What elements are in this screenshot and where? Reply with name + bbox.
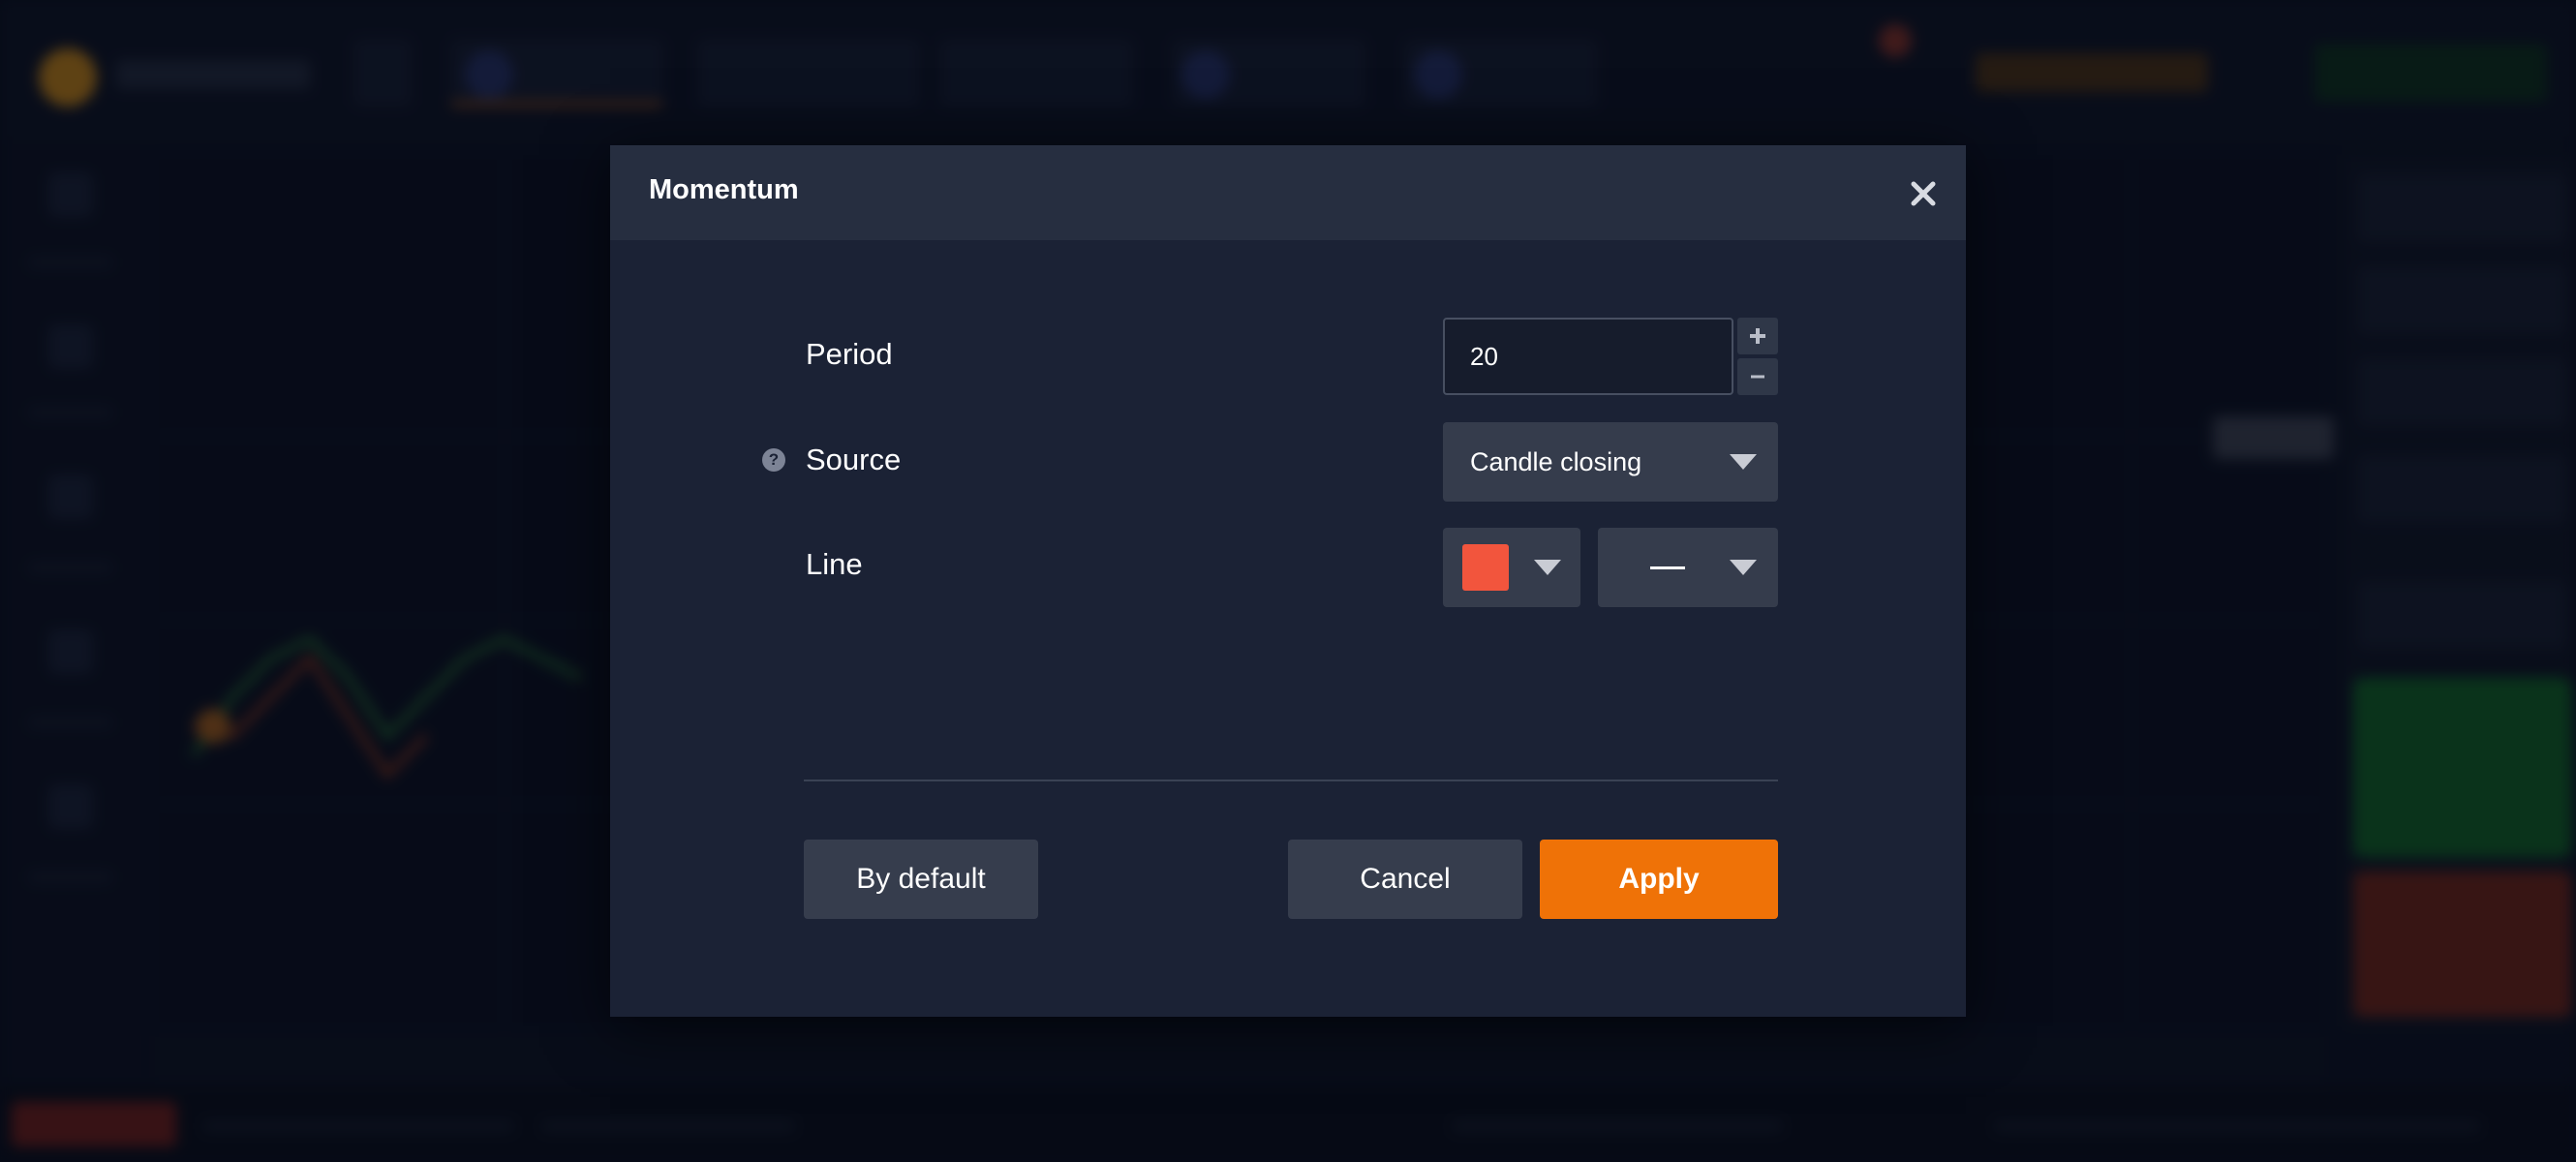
line-label: Line (806, 547, 863, 581)
dialog-title: Momentum (649, 174, 799, 205)
close-icon[interactable] (1908, 178, 1939, 209)
period-input[interactable] (1443, 318, 1733, 395)
source-label: Source (806, 443, 902, 476)
chevron-down-icon (1730, 560, 1757, 575)
dialog-header: Momentum (610, 145, 1966, 240)
app-root: Momentum Period ? Source C (0, 0, 2576, 1162)
momentum-settings-dialog: Momentum Period ? Source C (610, 145, 1966, 1017)
source-dropdown[interactable]: Candle closing (1443, 422, 1778, 502)
divider (804, 780, 1778, 781)
period-label: Period (806, 337, 893, 371)
apply-button[interactable]: Apply (1540, 840, 1778, 919)
source-selected-value: Candle closing (1470, 447, 1642, 476)
help-icon[interactable]: ? (762, 448, 785, 472)
color-swatch (1462, 544, 1509, 591)
solid-line-icon (1650, 566, 1685, 569)
cancel-button[interactable]: Cancel (1288, 840, 1522, 919)
minus-icon[interactable] (1737, 358, 1778, 395)
by-default-button[interactable]: By default (804, 840, 1038, 919)
chevron-down-icon (1730, 454, 1757, 470)
plus-icon[interactable] (1737, 318, 1778, 354)
line-style-dropdown[interactable] (1598, 528, 1778, 607)
chevron-down-icon (1534, 560, 1561, 575)
line-color-dropdown[interactable] (1443, 528, 1580, 607)
